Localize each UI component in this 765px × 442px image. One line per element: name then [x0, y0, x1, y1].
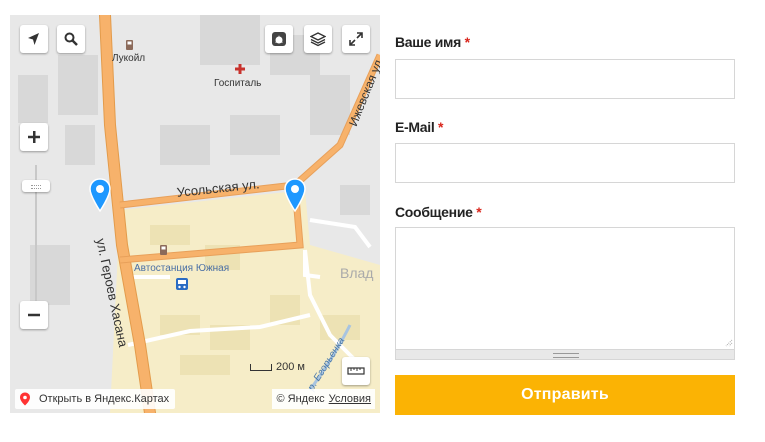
required-mark: *	[438, 119, 444, 135]
fuel-icon	[126, 40, 133, 50]
zoom-out-button[interactable]	[20, 301, 48, 329]
district-label: Влад	[340, 265, 374, 281]
traffic-button[interactable]	[265, 25, 293, 53]
name-field-label: Ваше имя *	[395, 34, 735, 54]
poi-hospital[interactable]: Госпиталь	[210, 63, 270, 93]
ruler-button[interactable]	[342, 357, 370, 385]
layers-button[interactable]	[304, 25, 332, 53]
zoom-in-button[interactable]	[20, 123, 48, 151]
map-canvas[interactable]	[10, 15, 380, 413]
scale-label: 200 м	[276, 361, 305, 373]
email-field[interactable]	[395, 143, 735, 183]
bus-icon	[176, 278, 188, 290]
submit-button[interactable]: Отправить	[395, 375, 735, 415]
fullscreen-button[interactable]	[342, 25, 370, 53]
traffic-icon	[272, 32, 286, 46]
message-field[interactable]	[395, 227, 735, 350]
zoom-slider-handle[interactable]	[22, 179, 50, 192]
contact-form: Ваше имя * E-Mail * Сообщение * Отправит…	[395, 30, 735, 415]
poi-fuel-station[interactable]	[158, 243, 170, 255]
email-field-label: E-Mail *	[395, 119, 735, 139]
message-field-wrapper	[395, 227, 735, 362]
textarea-resize-grip[interactable]	[395, 350, 735, 360]
poi-bus-station[interactable]: Автостанция Южная	[130, 263, 240, 293]
layers-icon	[310, 32, 326, 47]
poi-label-lukoil: Лукойл	[112, 53, 146, 64]
map-pin-icon[interactable]	[284, 178, 306, 212]
name-field[interactable]	[395, 59, 735, 99]
poi-lukoil[interactable]: Лукойл	[106, 39, 166, 69]
map-pin-icon	[20, 392, 30, 406]
map-search-button[interactable]	[57, 25, 85, 53]
map-widget[interactable]: Усольская ул. ул. Героев Хасана Ижевская…	[10, 15, 380, 413]
open-in-yandex-maps-link[interactable]: Открыть в Яндекс.Картах	[15, 389, 176, 409]
poi-label-bus-station: Автостанция Южная	[134, 263, 230, 274]
poi-label-hospital: Госпиталь	[214, 78, 262, 89]
zoom-out-icon	[28, 313, 40, 317]
map-pin-icon[interactable]	[89, 178, 111, 212]
fuel-icon	[160, 245, 167, 255]
zoom-in-icon	[28, 131, 40, 143]
search-icon	[64, 32, 78, 46]
geolocation-button[interactable]	[20, 25, 48, 53]
terms-link[interactable]: Условия	[329, 393, 371, 405]
scale-bar	[250, 363, 272, 371]
name-label-text: Ваше имя	[395, 34, 461, 50]
fullscreen-icon	[349, 32, 363, 46]
map-scale: 200 м	[250, 361, 305, 373]
copyright-text: © Яндекс	[276, 393, 325, 405]
resize-corner-icon[interactable]	[723, 337, 733, 347]
message-field-label: Сообщение *	[395, 204, 735, 224]
open-in-yandex-maps-label: Открыть в Яндекс.Картах	[39, 393, 170, 405]
location-arrow-icon	[28, 33, 39, 45]
map-copyright: © Яндекс Условия	[272, 389, 375, 409]
required-mark: *	[464, 34, 470, 50]
ruler-icon	[347, 367, 365, 375]
hospital-icon	[235, 64, 245, 74]
email-label-text: E-Mail	[395, 119, 435, 135]
required-mark: *	[476, 204, 482, 220]
message-label-text: Сообщение	[395, 204, 473, 220]
